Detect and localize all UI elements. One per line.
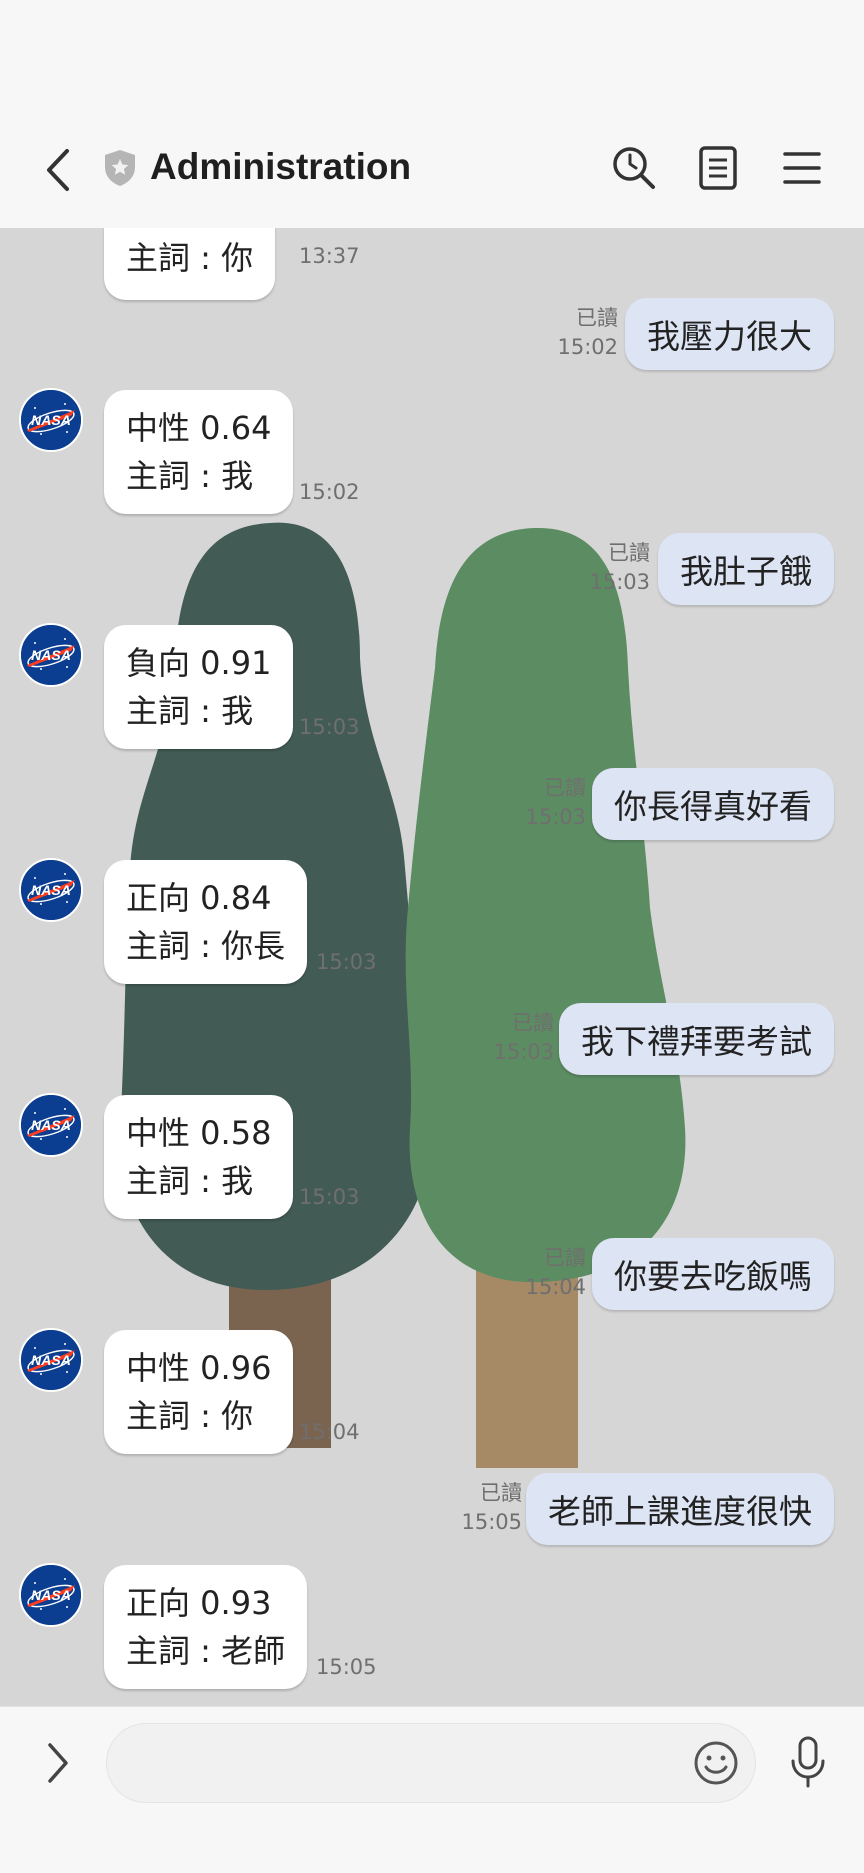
message-sentiment: 正向 0.84 <box>126 879 272 917</box>
nasa-logo-icon: NASA <box>21 860 81 920</box>
search-icon <box>613 147 655 189</box>
outgoing-message[interactable]: 我壓力很大 <box>625 298 834 370</box>
message-time: 13:37 <box>299 244 360 268</box>
message-meta: 已讀 15:04 <box>525 1244 586 1302</box>
menu-button[interactable] <box>774 138 830 198</box>
message-sentiment: 負向 0.91 <box>126 644 272 682</box>
message-time: 15:05 <box>316 1655 377 1679</box>
svg-text:NASA: NASA <box>31 882 71 898</box>
message-time: 15:05 <box>461 1510 522 1534</box>
message-time: 15:02 <box>557 335 618 359</box>
outgoing-message[interactable]: 老師上課進度很快 <box>526 1473 834 1545</box>
message-sentiment: 中性 0.58 <box>126 1114 272 1152</box>
message-sentiment: 中性 0.96 <box>126 1349 272 1387</box>
message-time: 15:03 <box>299 715 360 739</box>
message-time: 15:04 <box>299 1420 360 1444</box>
microphone-icon <box>791 1736 825 1788</box>
message-input[interactable] <box>106 1723 756 1803</box>
message-sentiment: 正向 0.93 <box>126 1584 272 1622</box>
message-time: 15:03 <box>299 1185 360 1209</box>
avatar[interactable]: NASA <box>19 858 83 922</box>
nasa-logo-icon: NASA <box>21 390 81 450</box>
svg-text:NASA: NASA <box>31 1587 71 1603</box>
notes-icon <box>699 146 737 190</box>
outgoing-message[interactable]: 你要去吃飯嗎 <box>592 1238 834 1310</box>
message-subject: 主詞 : 你長 <box>126 927 286 965</box>
nasa-logo-icon: NASA <box>21 1565 81 1625</box>
message-meta: 已讀 15:03 <box>493 1009 554 1067</box>
nasa-logo-icon: NASA <box>21 1330 81 1390</box>
message-meta: 已讀 15:03 <box>525 774 586 832</box>
message-subject: 主詞 : 我 <box>126 692 254 730</box>
emoji-button[interactable] <box>688 1735 744 1791</box>
message-subject: 主詞 : 我 <box>126 1162 254 1200</box>
emoji-icon <box>694 1741 738 1785</box>
read-receipt: 已讀 <box>544 776 586 800</box>
status-bar-area <box>0 0 864 110</box>
microphone-button[interactable] <box>780 1729 836 1795</box>
avatar[interactable]: NASA <box>19 623 83 687</box>
avatar[interactable]: NASA <box>19 1328 83 1392</box>
chat-title: Administration <box>150 146 412 187</box>
back-arrow-icon <box>47 149 69 191</box>
message-subject: 主詞 : 你 <box>126 1397 254 1435</box>
message-list: 主詞 : 你 13:37 已讀 15:02 我壓力很大 NASA 中性 0.64… <box>0 228 864 1706</box>
outgoing-message[interactable]: 我下禮拜要考試 <box>559 1003 834 1075</box>
read-receipt: 已讀 <box>544 1246 586 1270</box>
message-sentiment: 中性 0.64 <box>126 409 272 447</box>
outgoing-message[interactable]: 我肚子餓 <box>658 533 834 605</box>
read-receipt: 已讀 <box>608 541 650 565</box>
shield-icon <box>100 146 140 190</box>
avatar[interactable]: NASA <box>19 1563 83 1627</box>
menu-icon <box>783 152 821 184</box>
expand-arrow-icon <box>48 1743 68 1783</box>
incoming-message[interactable]: 中性 0.64 主詞 : 我 <box>104 390 294 514</box>
message-subject: 主詞 : 你 <box>126 239 254 277</box>
message-time: 15:03 <box>493 1040 554 1064</box>
svg-text:NASA: NASA <box>31 1352 71 1368</box>
message-meta: 已讀 15:02 <box>557 304 618 362</box>
nasa-logo-icon: NASA <box>21 625 81 685</box>
back-button[interactable] <box>30 132 86 208</box>
svg-text:NASA: NASA <box>31 1117 71 1133</box>
incoming-message[interactable]: 正向 0.84 主詞 : 你長 <box>104 860 308 984</box>
message-time: 15:03 <box>589 570 650 594</box>
notes-button[interactable] <box>690 138 746 198</box>
incoming-message[interactable]: 中性 0.58 主詞 : 我 <box>104 1095 294 1219</box>
read-receipt: 已讀 <box>576 306 618 330</box>
svg-text:NASA: NASA <box>31 647 71 663</box>
incoming-message[interactable]: 中性 0.96 主詞 : 你 <box>104 1330 294 1454</box>
nasa-logo-icon: NASA <box>21 1095 81 1155</box>
message-subject: 主詞 : 老師 <box>126 1632 286 1670</box>
read-receipt: 已讀 <box>512 1011 554 1035</box>
message-time: 15:02 <box>299 480 360 504</box>
input-bar <box>0 1706 864 1873</box>
incoming-message[interactable]: 正向 0.93 主詞 : 老師 <box>104 1565 308 1689</box>
avatar[interactable]: NASA <box>19 388 83 452</box>
outgoing-message[interactable]: 你長得真好看 <box>592 768 834 840</box>
avatar[interactable]: NASA <box>19 1093 83 1157</box>
message-meta: 已讀 15:03 <box>589 539 650 597</box>
expand-button[interactable] <box>28 1733 88 1793</box>
chat-area[interactable]: 主詞 : 你 13:37 已讀 15:02 我壓力很大 NASA 中性 0.64… <box>0 228 864 1706</box>
svg-text:NASA: NASA <box>31 412 71 428</box>
message-time: 15:03 <box>316 950 377 974</box>
message-subject: 主詞 : 我 <box>126 457 254 495</box>
message-meta: 已讀 15:05 <box>461 1479 522 1537</box>
incoming-message[interactable]: 負向 0.91 主詞 : 我 <box>104 625 294 749</box>
chat-header: Administration <box>0 110 864 228</box>
incoming-message[interactable]: 主詞 : 你 <box>104 228 276 300</box>
read-receipt: 已讀 <box>480 1481 522 1505</box>
message-time: 15:03 <box>525 805 586 829</box>
message-time: 15:04 <box>525 1275 586 1299</box>
search-button[interactable] <box>606 140 662 196</box>
